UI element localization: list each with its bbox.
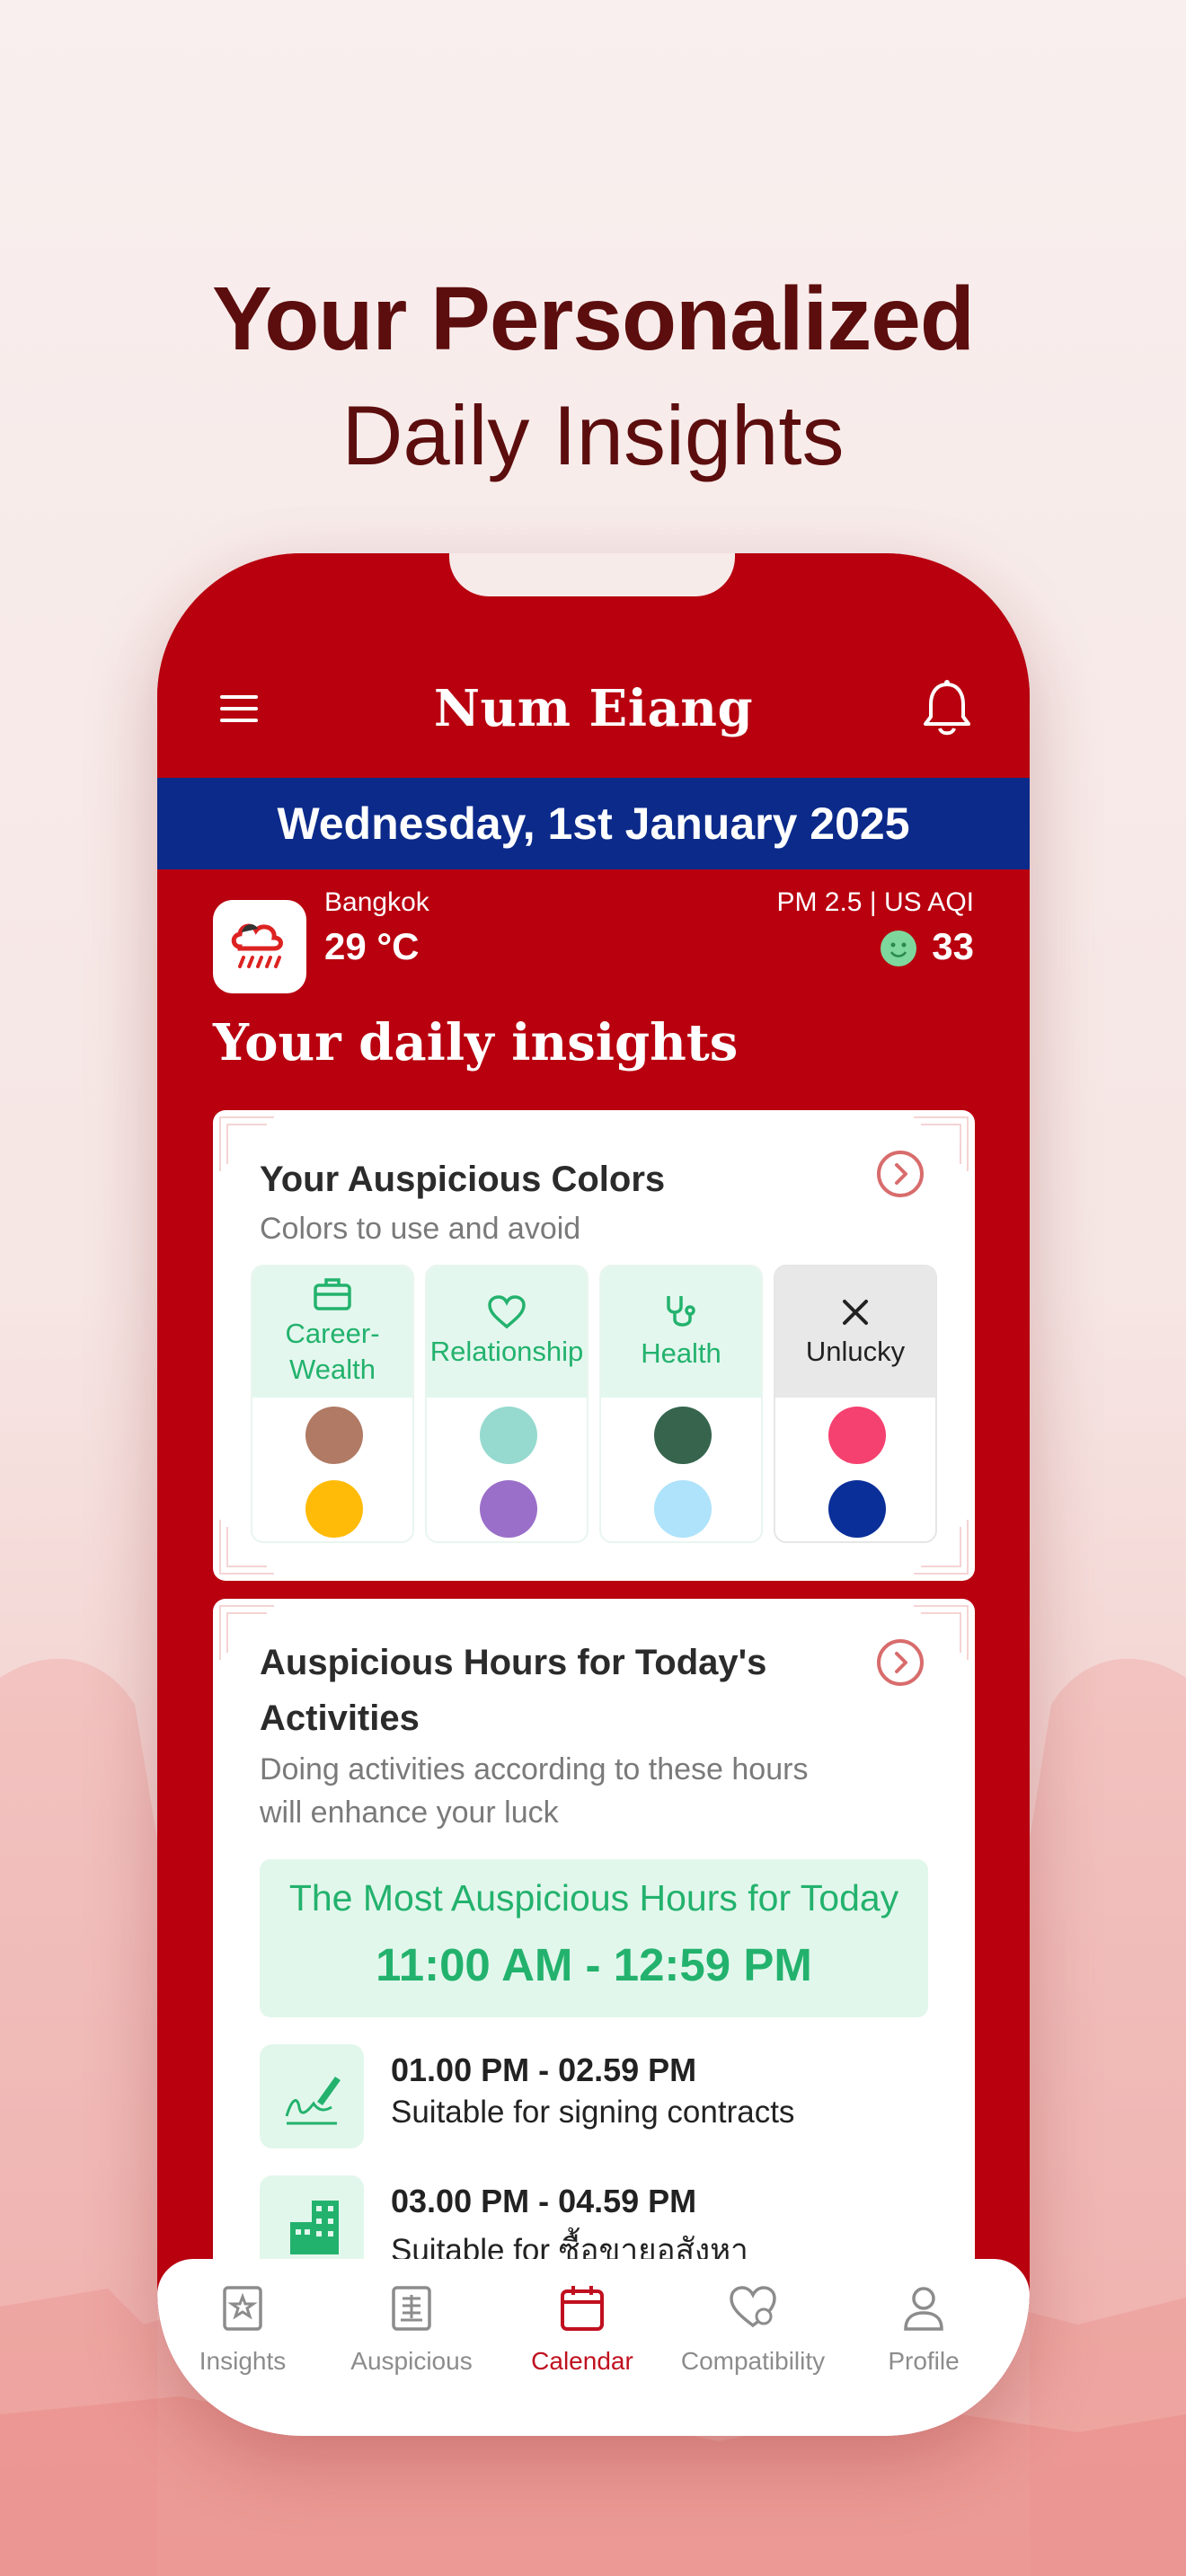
hour-time: 01.00 PM - 02.59 PM: [391, 2051, 697, 2088]
hours-card-title: Auspicious Hours for Today's Activities: [260, 1635, 766, 1746]
colors-card-title: Your Auspicious Colors: [260, 1160, 666, 1199]
color-swatch: [654, 1407, 712, 1464]
color-category-health[interactable]: Health: [599, 1265, 763, 1543]
marketing-headline: Your Personalized Daily Insights: [0, 260, 1186, 494]
color-category-career[interactable]: Career- Wealth: [251, 1265, 414, 1543]
section-title: Your daily insights: [213, 1013, 739, 1072]
chevron-right-icon[interactable]: [876, 1150, 925, 1198]
aqi-smile-icon: [881, 931, 916, 966]
color-swatch: [654, 1480, 712, 1538]
tab-compatibility[interactable]: Compatibility: [668, 2282, 838, 2408]
category-label: Unlucky: [805, 1336, 906, 1367]
weather-temperature: 29 °C: [324, 925, 420, 967]
headline-line-1: Your Personalized: [211, 269, 975, 369]
stethoscope-icon: [667, 1296, 695, 1327]
bottom-tab-bar: Insights Auspicious Calendar Compatibili…: [157, 2259, 1030, 2436]
tab-auspicious[interactable]: Auspicious: [326, 2282, 497, 2408]
tab-label: Compatibility: [680, 2347, 826, 2375]
color-swatch: [305, 1407, 363, 1464]
tab-label: Calendar: [531, 2347, 633, 2375]
color-category-unlucky[interactable]: Unlucky: [774, 1265, 937, 1543]
heart-icon: [488, 1295, 526, 1329]
auspicious-colors-card[interactable]: Your Auspicious Colors Colors to use and…: [213, 1110, 975, 1581]
compatibility-icon: [730, 2286, 776, 2328]
best-hours-label: The Most Auspicious Hours for Today: [288, 1877, 899, 1919]
tab-insights[interactable]: Insights: [157, 2282, 328, 2408]
hours-title-line-1: Auspicious Hours for Today's: [260, 1643, 767, 1682]
best-hours-box: The Most Auspicious Hours for Today 11:0…: [260, 1859, 928, 2017]
close-icon: [843, 1300, 868, 1325]
tab-label: Auspicious: [350, 2347, 473, 2375]
color-swatch: [480, 1407, 537, 1464]
insights-icon: [223, 2286, 262, 2331]
category-label: Career- Wealth: [285, 1318, 380, 1385]
main-content: Bangkok 29 °C PM 2.5 | US AQI 33 Your da…: [157, 869, 1030, 2436]
hour-time: 03.00 PM - 04.59 PM: [391, 2183, 697, 2219]
aqi-value: 33: [932, 925, 974, 967]
hours-subtitle-line-1: Doing activities according to these hour…: [260, 1752, 809, 1786]
tab-label: Profile: [888, 2347, 960, 2375]
weather-rain-icon: [213, 900, 306, 993]
profile-icon: [904, 2287, 943, 2331]
color-swatch: [828, 1480, 886, 1538]
hours-title-line-2: Activities: [260, 1698, 420, 1738]
weather-city: Bangkok: [324, 887, 429, 917]
hour-row[interactable]: 01.00 PM - 02.59 PM Suitable for signing…: [260, 2044, 928, 2148]
auspicious-icon: [392, 2286, 431, 2331]
aqi-label: PM 2.5 | US AQI: [776, 887, 974, 917]
app-title: Num Eiang: [433, 679, 754, 738]
hour-description: Suitable for signing contracts: [391, 2095, 795, 2130]
color-swatch: [828, 1407, 886, 1464]
tab-profile[interactable]: Profile: [838, 2282, 1009, 2408]
color-swatch: [480, 1480, 537, 1538]
hours-card-subtitle: Doing activities according to these hour…: [260, 1748, 808, 1834]
briefcase-icon: [314, 1278, 351, 1310]
phone-notch: [449, 553, 735, 596]
color-swatch: [305, 1480, 363, 1538]
bell-icon[interactable]: [920, 679, 974, 738]
tab-label: Insights: [199, 2347, 287, 2375]
category-label: Relationship: [429, 1336, 584, 1367]
best-hours-time: 11:00 AM - 12:59 PM: [376, 1939, 812, 1990]
colors-card-subtitle: Colors to use and avoid: [260, 1212, 581, 1246]
chevron-right-icon[interactable]: [876, 1638, 925, 1687]
date-banner: Wednesday, 1st January 2025: [157, 778, 1030, 869]
signature-icon: [260, 2044, 364, 2148]
calendar-icon: [561, 2286, 604, 2331]
color-category-relationship[interactable]: Relationship: [425, 1265, 589, 1543]
hours-subtitle-line-2: will enhance your luck: [260, 1795, 559, 1830]
phone-frame: Num Eiang Wednesday, 1st January 2025 Ba…: [157, 553, 1030, 2436]
headline-line-2: Daily Insights: [341, 388, 845, 482]
category-label: Health: [641, 1337, 721, 1369]
tab-calendar[interactable]: Calendar: [497, 2282, 668, 2408]
